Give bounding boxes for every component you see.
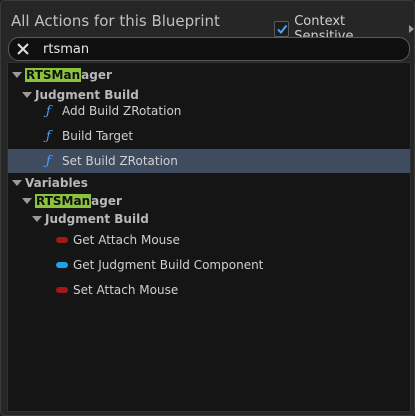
- action-menu-panel: All Actions for this Blueprint Context S…: [0, 0, 415, 416]
- checkmark-icon: [276, 24, 287, 35]
- action-tree[interactable]: RTSManager Judgment Build ƒ Add Build ZR…: [7, 62, 411, 412]
- category-name-rest: ager: [91, 194, 122, 208]
- function-label: Add Build ZRotation: [62, 104, 182, 118]
- function-icon: ƒ: [46, 128, 51, 144]
- search-match-highlight: RTSMan: [25, 68, 82, 82]
- expand-arrow-icon[interactable]: [32, 216, 42, 222]
- category-name-rest: ager: [81, 68, 112, 82]
- list-item-get-judgment-build-component[interactable]: Get Judgment Build Component: [8, 253, 410, 277]
- list-item-set-attach-mouse[interactable]: Set Attach Mouse: [8, 278, 410, 302]
- variable-pill-icon: [56, 287, 68, 293]
- function-label: Build Target: [62, 129, 134, 143]
- function-label: Set Build ZRotation: [62, 154, 178, 168]
- clear-search-icon[interactable]: [15, 41, 31, 57]
- function-icon: ƒ: [46, 103, 51, 119]
- expand-arrow-icon[interactable]: [22, 198, 32, 204]
- search-input[interactable]: [43, 41, 373, 57]
- category-label: Variables: [25, 176, 88, 190]
- expand-arrow-icon[interactable]: [22, 92, 32, 98]
- list-item-build-target[interactable]: ƒ Build Target: [8, 124, 410, 148]
- variable-label: Get Judgment Build Component: [73, 258, 264, 272]
- list-item-get-attach-mouse[interactable]: Get Attach Mouse: [8, 228, 410, 252]
- search-box[interactable]: [8, 37, 410, 61]
- expand-arrow-icon[interactable]: [12, 72, 22, 78]
- variable-pill-icon: [56, 237, 68, 243]
- chevron-right-icon[interactable]: [409, 25, 414, 33]
- search-match-highlight: RTSMan: [35, 194, 92, 208]
- subcategory-label: Judgment Build: [45, 212, 149, 226]
- context-sensitive-checkbox[interactable]: [274, 21, 290, 37]
- panel-title: All Actions for this Blueprint: [11, 12, 220, 30]
- function-icon: ƒ: [46, 153, 51, 169]
- variable-label: Set Attach Mouse: [73, 283, 179, 297]
- list-item-set-build-zrotation[interactable]: ƒ Set Build ZRotation: [8, 149, 410, 173]
- variable-pill-icon: [56, 262, 68, 268]
- list-item-add-build-zrotation[interactable]: ƒ Add Build ZRotation: [8, 99, 410, 123]
- expand-arrow-icon[interactable]: [12, 180, 22, 186]
- variable-label: Get Attach Mouse: [73, 233, 180, 247]
